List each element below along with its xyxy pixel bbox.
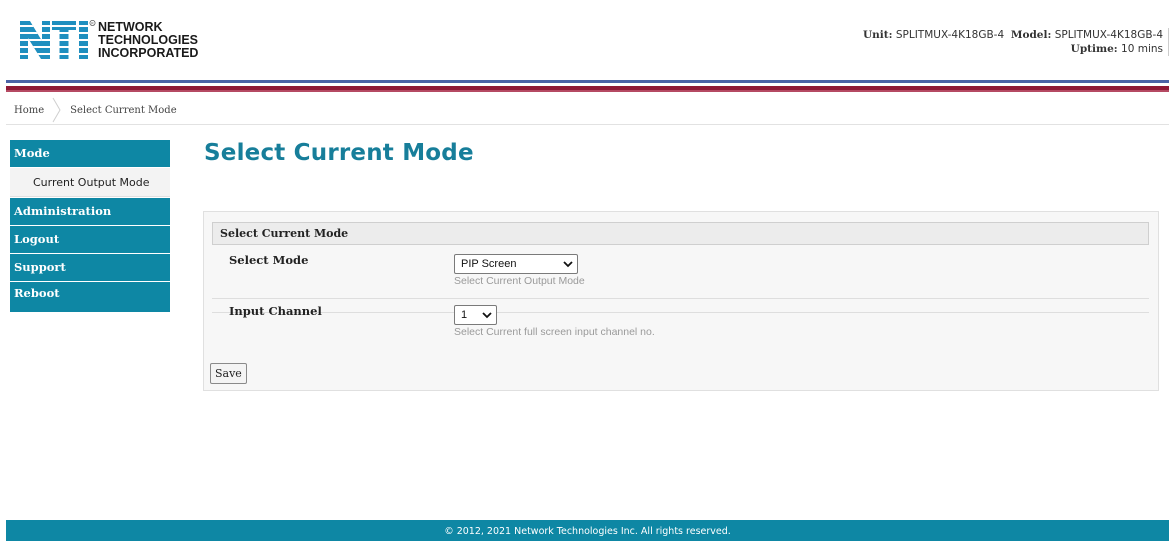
input-channel-hint: Select Current full screen input channel…	[454, 326, 655, 338]
select-mode-control: PIP Screen Select Current Output Mode	[454, 254, 585, 287]
nti-logo[interactable]: R NETWORK TECHNOLOGIES INCORPORATED	[18, 14, 198, 66]
save-button[interactable]: Save	[210, 363, 247, 384]
select-mode-label: Select Mode	[229, 253, 309, 267]
breadcrumb-separator-icon	[52, 97, 61, 123]
input-channel-control: 1 Select Current full screen input chann…	[454, 305, 655, 338]
uptime-value: 10 mins	[1121, 43, 1163, 55]
sidebar-item-mode[interactable]: Mode	[10, 140, 170, 167]
form-row-select-mode: Select Mode PIP Screen Select Current Ou…	[212, 248, 1149, 299]
app-window: R NETWORK TECHNOLOGIES INCORPORATED Unit…	[0, 0, 1169, 541]
chevron-down-icon	[563, 261, 573, 268]
unit-value: SPLITMUX-4K18GB-4	[895, 29, 1005, 41]
sidebar: Mode Current Output Mode Administration …	[10, 140, 170, 313]
sidebar-item-current-output-mode[interactable]: Current Output Mode	[10, 168, 170, 197]
logo-line-2: TECHNOLOGIES	[98, 32, 199, 47]
sidebar-item-reboot[interactable]: Reboot	[10, 282, 170, 312]
sidebar-item-support[interactable]: Support	[10, 254, 170, 281]
sidebar-item-logout[interactable]: Logout	[10, 226, 170, 253]
input-channel-dropdown[interactable]: 1	[454, 305, 497, 325]
sidebar-item-administration[interactable]: Administration	[10, 198, 170, 225]
input-channel-value: 1	[461, 309, 468, 321]
uptime-line: Uptime: 10 mins	[863, 42, 1163, 56]
nti-logo-icon: R	[20, 20, 96, 59]
breadcrumb-current: Select Current Mode	[70, 104, 177, 116]
model-value: SPLITMUX-4K18GB-4	[1054, 29, 1163, 41]
select-mode-hint: Select Current Output Mode	[454, 275, 585, 287]
input-channel-label: Input Channel	[229, 304, 322, 318]
model-label: Model:	[1010, 29, 1052, 41]
panel-header: Select Current Mode	[212, 222, 1149, 245]
logo-line-3: INCORPORATED	[98, 45, 199, 60]
select-mode-value: PIP Screen	[461, 258, 517, 270]
chevron-down-icon	[482, 312, 492, 319]
footer: © 2012, 2021 Network Technologies Inc. A…	[6, 520, 1169, 541]
header: R NETWORK TECHNOLOGIES INCORPORATED Unit…	[6, 0, 1169, 80]
logo-line-1: NETWORK	[98, 19, 163, 34]
stripe-red-light	[6, 90, 1169, 92]
breadcrumb-home[interactable]: Home	[6, 96, 52, 124]
breadcrumb: Home Select Current Mode	[6, 96, 1169, 125]
logo-wordmark: NETWORK TECHNOLOGIES INCORPORATED	[98, 19, 199, 60]
unit-info: Unit: SPLITMUX-4K18GB-4 Model: SPLITMUX-…	[863, 28, 1169, 56]
mode-form-panel: Select Current Mode Select Mode PIP Scre…	[203, 211, 1159, 391]
unit-label: Unit:	[863, 29, 893, 41]
uptime-label: Uptime:	[1070, 43, 1118, 55]
page-title: Select Current Mode	[204, 140, 474, 166]
form-row-input-channel: Input Channel 1 Select Current full scre…	[212, 299, 1149, 338]
unit-model-line: Unit: SPLITMUX-4K18GB-4 Model: SPLITMUX-…	[863, 28, 1163, 42]
header-stripes	[6, 80, 1169, 92]
select-mode-dropdown[interactable]: PIP Screen	[454, 254, 578, 274]
